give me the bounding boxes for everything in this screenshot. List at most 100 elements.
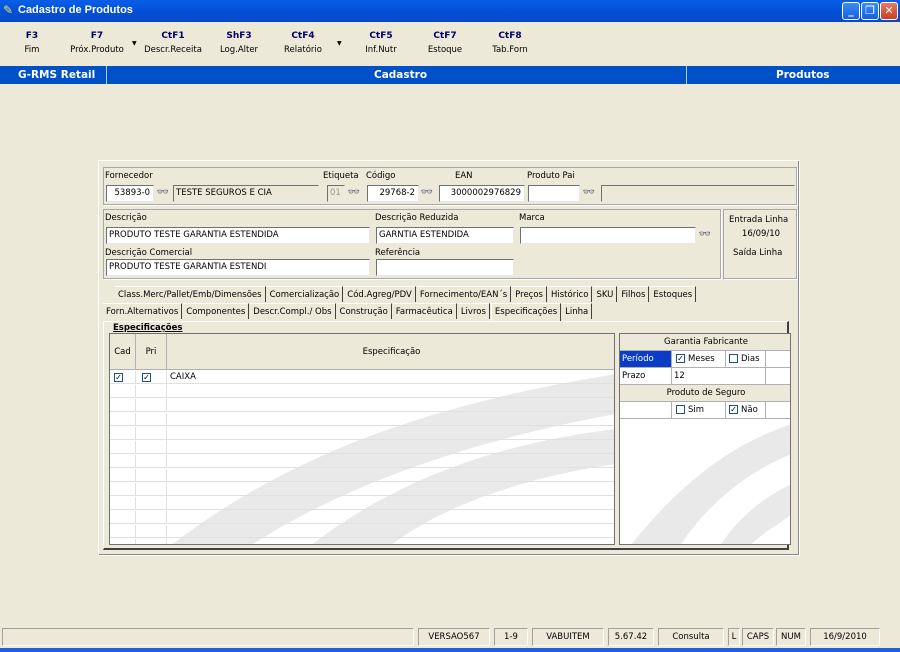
- empty-table-row[interactable]: [110, 441, 614, 454]
- column-header-pri[interactable]: Pri: [136, 334, 167, 370]
- toolbar-button-relatorio[interactable]: CtF4 Relatório: [278, 31, 328, 55]
- empty-cell[interactable]: [136, 399, 167, 412]
- tab-construcao[interactable]: Construção: [336, 303, 392, 319]
- empty-cell[interactable]: [110, 469, 136, 482]
- empty-cell[interactable]: [110, 511, 136, 524]
- dropdown-arrow-icon[interactable]: ▼: [337, 40, 342, 47]
- empty-cell[interactable]: [110, 441, 136, 454]
- nao-option[interactable]: ✓ Não: [726, 402, 766, 418]
- etiqueta-field[interactable]: 01: [327, 185, 345, 202]
- sim-checkbox[interactable]: [676, 405, 685, 414]
- empty-table-row[interactable]: [110, 483, 614, 496]
- tab-farmaceutica[interactable]: Farmacêutica: [392, 303, 457, 319]
- empty-cell[interactable]: [136, 441, 167, 454]
- tab-descr-compl[interactable]: Descr.Compl./ Obs: [250, 303, 336, 319]
- close-button[interactable]: ✕: [880, 2, 898, 20]
- tab-precos[interactable]: Preços: [512, 286, 547, 302]
- empty-cell[interactable]: [136, 385, 167, 398]
- empty-cell[interactable]: [136, 413, 167, 426]
- empty-cell[interactable]: [167, 525, 614, 538]
- empty-cell[interactable]: [136, 427, 167, 440]
- empty-table-row[interactable]: [110, 525, 614, 538]
- empty-table-row[interactable]: [110, 455, 614, 468]
- tab-forn-alternativos[interactable]: Forn.Alternativos: [103, 303, 183, 319]
- toolbar-button-tab-forn[interactable]: CtF8 Tab.Forn: [485, 31, 535, 55]
- title-bar[interactable]: ✎ Cadastro de Produtos _ ❐ ✕: [0, 0, 900, 22]
- marca-field[interactable]: [520, 227, 696, 244]
- empty-cell[interactable]: [167, 469, 614, 482]
- binoculars-search-icon[interactable]: 👓: [698, 229, 712, 241]
- empty-cell[interactable]: [110, 413, 136, 426]
- dias-checkbox[interactable]: [729, 354, 738, 363]
- empty-table-row[interactable]: [110, 511, 614, 524]
- empty-cell[interactable]: [136, 525, 167, 538]
- toolbar-button-log-alter[interactable]: ShF3 Log.Alter: [214, 31, 264, 55]
- produto-pai-field[interactable]: [528, 185, 580, 202]
- dropdown-arrow-icon[interactable]: ▼: [132, 40, 137, 47]
- empty-table-row[interactable]: [110, 469, 614, 482]
- empty-cell[interactable]: [167, 385, 614, 398]
- empty-cell[interactable]: [136, 539, 167, 544]
- specifications-grid[interactable]: Cad Pri Especificação ✓ ✓ CAIXA: [109, 333, 615, 545]
- empty-cell[interactable]: [167, 413, 614, 426]
- fornecedor-code-field[interactable]: 53893-0: [106, 185, 154, 202]
- tab-class-merc[interactable]: Class.Merc/Pallet/Emb/Dimensões: [115, 286, 266, 302]
- empty-cell[interactable]: [110, 539, 136, 544]
- descricao-reduzida-field[interactable]: GARNTIA ESTENDIDA: [376, 227, 514, 244]
- table-row[interactable]: ✓ ✓ CAIXA: [110, 371, 614, 384]
- ean-field[interactable]: 3000002976829: [439, 185, 525, 202]
- tab-livros[interactable]: Livros: [457, 303, 490, 319]
- empty-cell[interactable]: [136, 511, 167, 524]
- empty-table-row[interactable]: [110, 399, 614, 412]
- empty-cell[interactable]: [110, 455, 136, 468]
- empty-cell[interactable]: [167, 483, 614, 496]
- empty-cell[interactable]: [110, 525, 136, 538]
- empty-table-row[interactable]: [110, 427, 614, 440]
- empty-cell[interactable]: [167, 441, 614, 454]
- toolbar-button-descr-receita[interactable]: CtF1 Descr.Receita: [142, 31, 204, 55]
- empty-cell[interactable]: [167, 455, 614, 468]
- binoculars-search-icon[interactable]: 👓: [420, 187, 434, 199]
- empty-table-row[interactable]: [110, 385, 614, 398]
- tab-cod-agreg[interactable]: Cód.Agreg/PDV: [344, 286, 416, 302]
- codigo-field[interactable]: 29768-2: [367, 185, 419, 202]
- empty-cell[interactable]: [136, 497, 167, 510]
- column-header-cad[interactable]: Cad: [110, 334, 136, 370]
- empty-cell[interactable]: [167, 399, 614, 412]
- toolbar-button-fim[interactable]: F3 Fim: [20, 31, 44, 55]
- referencia-field[interactable]: [376, 259, 514, 276]
- column-header-especificacao[interactable]: Especificação: [167, 334, 614, 370]
- empty-cell[interactable]: [136, 455, 167, 468]
- tab-fornecimento[interactable]: Fornecimento/EAN´s: [416, 286, 512, 302]
- empty-table-row[interactable]: [110, 497, 614, 510]
- descricao-comercial-field[interactable]: PRODUTO TESTE GARANTIA ESTENDI: [106, 259, 370, 276]
- empty-cell[interactable]: [110, 399, 136, 412]
- empty-cell[interactable]: [110, 385, 136, 398]
- empty-cell[interactable]: [136, 469, 167, 482]
- sim-option[interactable]: Sim: [672, 402, 726, 418]
- empty-cell[interactable]: [110, 427, 136, 440]
- dias-option[interactable]: Dias: [726, 351, 766, 367]
- descricao-field[interactable]: PRODUTO TESTE GARANTIA ESTENDIDA: [106, 227, 370, 244]
- empty-cell[interactable]: [136, 483, 167, 496]
- meses-option[interactable]: ✓ Meses: [672, 351, 726, 367]
- meses-checkbox[interactable]: ✓: [676, 354, 685, 363]
- empty-cell[interactable]: [110, 483, 136, 496]
- empty-cell[interactable]: [167, 497, 614, 510]
- especificacao-cell[interactable]: CAIXA: [167, 371, 614, 384]
- pri-checkbox[interactable]: ✓: [142, 373, 151, 382]
- empty-table-row[interactable]: [110, 413, 614, 426]
- nao-checkbox[interactable]: ✓: [729, 405, 738, 414]
- tab-comercializacao[interactable]: Comercialização: [266, 286, 344, 302]
- toolbar-button-inf-nutr[interactable]: CtF5 Inf.Nutr: [356, 31, 406, 55]
- tab-linha[interactable]: Linha: [562, 303, 593, 319]
- tab-filhos[interactable]: Filhos: [618, 286, 650, 302]
- tab-estoques[interactable]: Estoques: [650, 286, 697, 302]
- prazo-field[interactable]: 12: [672, 368, 766, 384]
- tab-componentes[interactable]: Componentes: [183, 303, 250, 319]
- maximize-button[interactable]: ❐: [861, 2, 879, 20]
- tab-sku[interactable]: SKU: [593, 286, 618, 302]
- toolbar-button-estoque[interactable]: CtF7 Estoque: [420, 31, 470, 55]
- empty-cell[interactable]: [167, 539, 614, 544]
- cad-checkbox[interactable]: ✓: [114, 373, 123, 382]
